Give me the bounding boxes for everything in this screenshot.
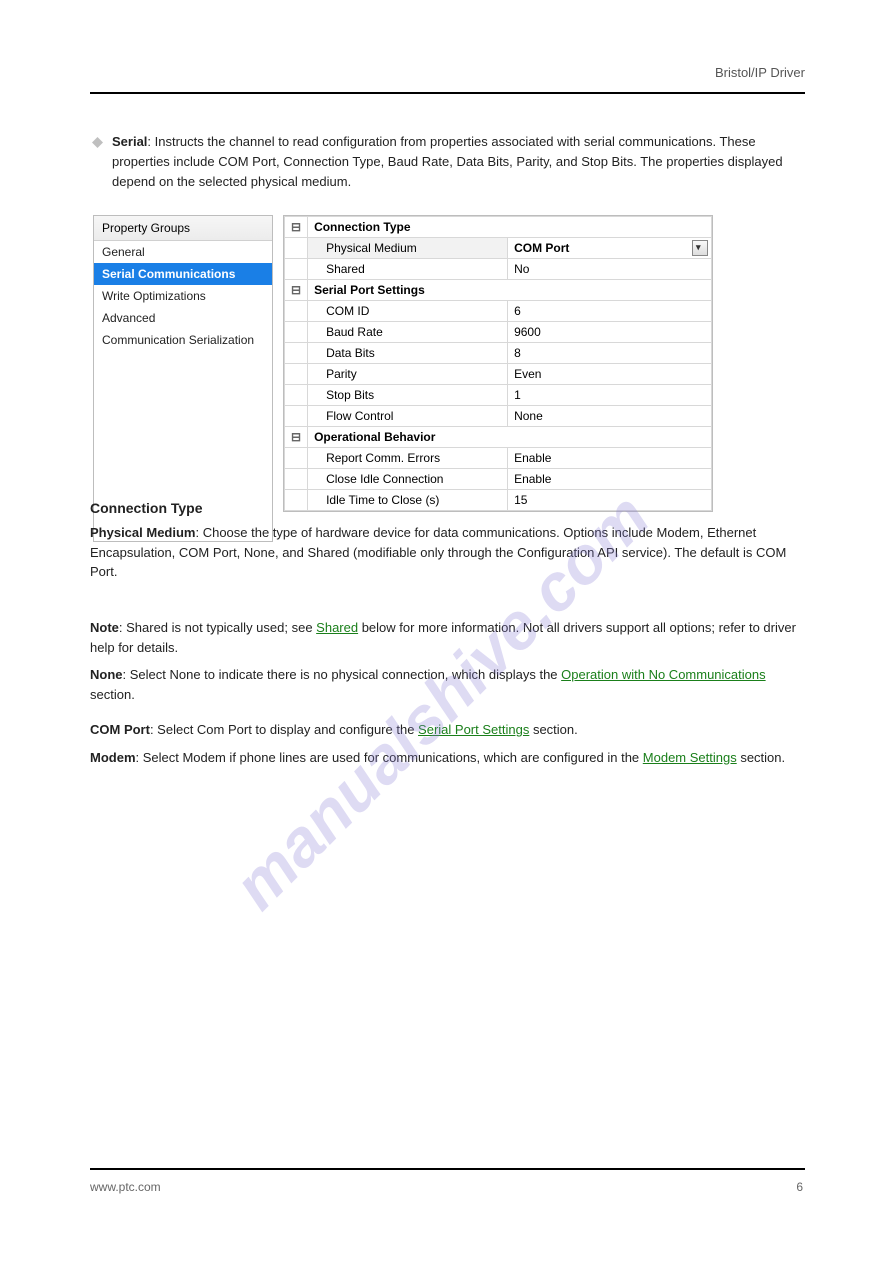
sidebar-item-advanced[interactable]: Advanced [94, 307, 272, 329]
row-physical-medium[interactable]: Physical MediumCOM Port [285, 238, 712, 259]
row-stop-bits[interactable]: Stop Bits1 [285, 385, 712, 406]
row-flow-control[interactable]: Flow ControlNone [285, 406, 712, 427]
sidebar-header: Property Groups [94, 216, 272, 241]
paragraph-com-port: COM Port: Select Com Port to display and… [90, 720, 805, 767]
section-operational-behavior[interactable]: ⊟Operational Behavior [285, 427, 712, 448]
row-close-idle-connection[interactable]: Close Idle ConnectionEnable [285, 469, 712, 490]
heading-connection-type: Connection Type [90, 498, 805, 519]
page-number: 6 [796, 1180, 803, 1194]
collapse-icon[interactable]: ⊟ [285, 280, 308, 301]
link-modem-settings[interactable]: Modem Settings [643, 750, 737, 765]
section-connection-type-text: Connection Type Physical Medium: Choose … [90, 498, 805, 582]
link-operation-no-comms[interactable]: Operation with No Communications [561, 667, 765, 682]
link-serial-port-settings[interactable]: Serial Port Settings [418, 722, 529, 737]
property-groups-sidebar: Property Groups General Serial Communica… [93, 215, 273, 542]
sidebar-item-serial-communications[interactable]: Serial Communications [94, 263, 272, 285]
row-baud-rate[interactable]: Baud Rate9600 [285, 322, 712, 343]
sidebar-item-communication-serialization[interactable]: Communication Serialization [94, 329, 272, 351]
property-grid: ⊟Connection Type Physical MediumCOM Port… [283, 215, 713, 512]
header-right: Bristol/IP Driver [715, 65, 805, 80]
row-report-comm-errors[interactable]: Report Comm. ErrorsEnable [285, 448, 712, 469]
row-parity[interactable]: ParityEven [285, 364, 712, 385]
collapse-icon[interactable]: ⊟ [285, 217, 308, 238]
lead-paragraph: Serial: Instructs the channel to read co… [112, 132, 804, 192]
sidebar-item-write-optimizations[interactable]: Write Optimizations [94, 285, 272, 307]
dropdown-icon[interactable] [692, 240, 708, 256]
sidebar-item-general[interactable]: General [94, 241, 272, 263]
section-serial-port-settings[interactable]: ⊟Serial Port Settings [285, 280, 712, 301]
lead-text: : Instructs the channel to read configur… [112, 134, 783, 189]
label-physical-medium: Physical Medium [90, 525, 195, 540]
note-shared: Note: Shared is not typically used; see … [90, 618, 805, 704]
collapse-icon[interactable]: ⊟ [285, 427, 308, 448]
row-shared[interactable]: SharedNo [285, 259, 712, 280]
page-header: Bristol/IP Driver [90, 65, 805, 80]
row-com-id[interactable]: COM ID6 [285, 301, 712, 322]
link-shared[interactable]: Shared [316, 620, 358, 635]
footer-url: www.ptc.com [90, 1180, 161, 1194]
lead-bold: Serial [112, 134, 147, 149]
bullet-icon [92, 137, 103, 148]
section-connection-type[interactable]: ⊟Connection Type [285, 217, 712, 238]
rule-top [90, 92, 805, 94]
row-data-bits[interactable]: Data Bits8 [285, 343, 712, 364]
properties-dialog: Property Groups General Serial Communica… [93, 215, 713, 542]
rule-bottom [90, 1168, 805, 1170]
